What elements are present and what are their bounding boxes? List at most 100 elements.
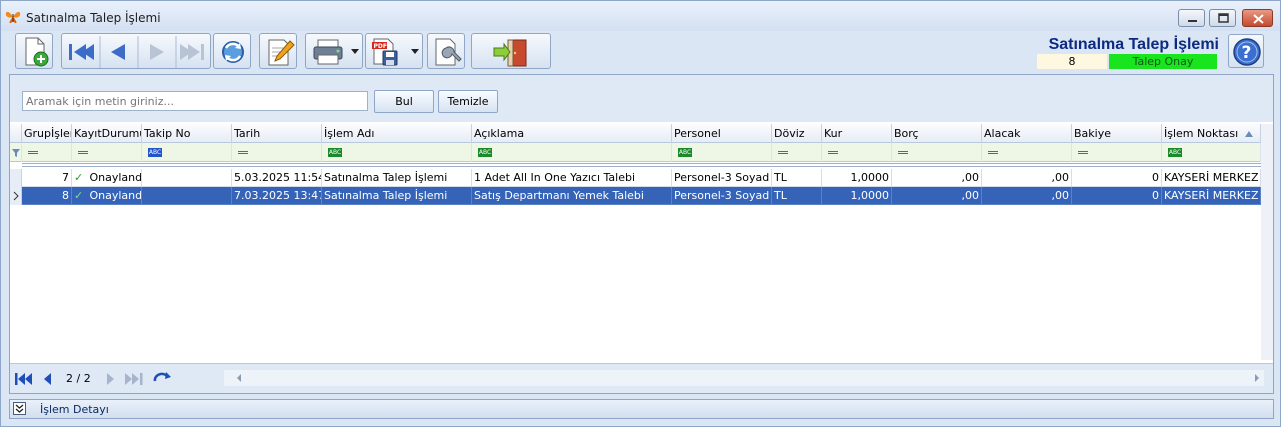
cell-islem-noktasi: KAYSERİ MERKEZ	[1162, 187, 1261, 205]
filter-cell-kayit-durumu[interactable]	[72, 143, 142, 162]
cell-personel: Personel-3 Soyad	[672, 169, 772, 187]
cell-grup-islem: 8	[22, 187, 72, 205]
settings-button[interactable]	[427, 33, 465, 69]
cell-kayit-durumu: ✓ Onaylandı	[72, 169, 142, 187]
nav-previous-icon[interactable]	[40, 368, 56, 390]
column-header-islem-noktasi[interactable]: İşlem Noktası	[1162, 124, 1261, 143]
cell-aciklama: Satış Departmanı Yemek Talebi	[472, 187, 672, 205]
column-header-tarih[interactable]: Tarih	[232, 124, 322, 143]
print-button[interactable]	[305, 33, 363, 69]
cell-islem-noktasi: KAYSERİ MERKEZ	[1162, 169, 1261, 187]
svg-text:PDF: PDF	[374, 43, 387, 50]
find-button[interactable]: Bul	[374, 90, 434, 113]
filter-cell-takip-no[interactable]: ABC	[142, 143, 232, 162]
equals-operator-icon	[988, 151, 998, 154]
column-header-grup-islem[interactable]: Grupİşlem	[22, 124, 72, 143]
table-row-selected[interactable]: 8 ✓ Onaylandı 7.03.2025 13:47: Satınalma…	[10, 187, 1261, 205]
exit-button[interactable]	[471, 33, 551, 69]
grid-navigator: 2 / 2	[10, 363, 1273, 393]
app-window: Satınalma Talep İşlemi PDF Satınalma Tal…	[0, 0, 1281, 427]
filter-cell-bakiye[interactable]	[1072, 143, 1162, 162]
cell-tarih: 7.03.2025 13:47:	[232, 187, 322, 205]
cell-kur: 1,0000	[822, 187, 892, 205]
filter-cell-aciklama[interactable]: ABC	[472, 143, 672, 162]
filter-cell-islem-adi[interactable]: ABC	[322, 143, 472, 162]
help-button[interactable]: ?	[1228, 34, 1264, 68]
new-document-icon	[25, 37, 49, 67]
record-id-badge: 8	[1037, 54, 1107, 69]
cell-doviz: TL	[772, 169, 822, 187]
current-row-arrow-icon	[13, 191, 19, 201]
equals-operator-icon	[238, 151, 248, 154]
nav-next-icon[interactable]	[102, 368, 118, 390]
column-header-bakiye[interactable]: Bakiye	[1072, 124, 1162, 143]
butterfly-app-icon	[5, 9, 21, 25]
main-panel: Bul Temizle Grupİşlem KayıtDurumu Takip …	[9, 74, 1274, 394]
filter-cell-alacak[interactable]	[982, 143, 1072, 162]
filter-cell-tarih[interactable]	[232, 143, 322, 162]
refresh-button[interactable]	[213, 33, 251, 69]
cell-takip-no	[142, 169, 232, 187]
record-navigation-group	[61, 33, 211, 69]
filter-cell-doviz[interactable]	[772, 143, 822, 162]
clear-button[interactable]: Temizle	[438, 90, 498, 113]
pdf-dropdown-icon	[411, 49, 419, 54]
expand-icon[interactable]	[13, 402, 26, 415]
svg-text:?: ?	[1242, 43, 1252, 63]
search-bar: Bul Temizle	[10, 75, 1273, 122]
detail-panel-label: İşlem Detayı	[40, 403, 109, 416]
equals-operator-icon	[78, 151, 88, 154]
pdf-save-button[interactable]: PDF	[365, 33, 423, 69]
cell-kayit-durumu: ✓ Onaylandı	[72, 187, 142, 205]
scroll-left-icon[interactable]	[234, 370, 244, 386]
scroll-right-icon[interactable]	[1252, 370, 1262, 386]
cell-kayit-durumu-text: Onaylandı	[89, 171, 142, 184]
column-header-islem-adi[interactable]: İşlem Adı	[322, 124, 472, 143]
column-header-aciklama[interactable]: Açıklama	[472, 124, 672, 143]
cell-islem-adi: Satınalma Talep İşlemi	[322, 187, 472, 205]
horizontal-scrollbar[interactable]	[224, 370, 1264, 386]
contains-operator-icon: ABC	[1168, 148, 1182, 157]
maximize-button[interactable]	[1209, 9, 1236, 27]
detail-panel-header[interactable]: İşlem Detayı	[9, 399, 1274, 419]
edit-button[interactable]	[259, 33, 297, 69]
nav-first-icon[interactable]	[12, 368, 36, 390]
pdf-save-icon: PDF	[372, 38, 398, 66]
filter-cell-borc[interactable]	[892, 143, 982, 162]
table-row[interactable]: 7 ✓ Onaylandı 5.03.2025 11:54: Satınalma…	[10, 169, 1261, 187]
vertical-scrollbar[interactable]	[1261, 124, 1273, 360]
sort-ascending-icon	[1245, 131, 1253, 137]
equals-operator-icon	[28, 151, 38, 154]
column-header-alacak[interactable]: Alacak	[982, 124, 1072, 143]
equals-operator-icon	[828, 151, 838, 154]
column-header-takip-no[interactable]: Takip No	[142, 124, 232, 143]
cell-borc: ,00	[892, 187, 982, 205]
navigator-controls: 2 / 2	[10, 368, 222, 390]
column-header-personel[interactable]: Personel	[672, 124, 772, 143]
cell-alacak: ,00	[982, 187, 1072, 205]
cell-bakiye: 0	[1072, 169, 1162, 187]
search-input[interactable]	[22, 91, 368, 111]
new-record-button[interactable]	[15, 33, 53, 69]
filter-cell-personel[interactable]: ABC	[672, 143, 772, 162]
close-button[interactable]	[1242, 9, 1273, 27]
nav-position: 2 / 2	[66, 372, 91, 385]
minimize-button[interactable]	[1178, 9, 1205, 27]
contains-operator-icon: ABC	[148, 148, 162, 157]
filter-cell-islem-noktasi[interactable]: ABC	[1162, 143, 1261, 162]
filter-cell-grup-islem[interactable]	[22, 143, 72, 162]
title-bar: Satınalma Talep İşlemi	[1, 1, 1280, 31]
row-indicator	[10, 187, 22, 205]
cell-alacak: ,00	[982, 169, 1072, 187]
status-badge: Talep Onay	[1109, 54, 1217, 69]
cell-kayit-durumu-text: Onaylandı	[89, 189, 142, 202]
column-header-kayit-durumu[interactable]: KayıtDurumu	[72, 124, 142, 143]
column-header-kur[interactable]: Kur	[822, 124, 892, 143]
column-header-doviz[interactable]: Döviz	[772, 124, 822, 143]
nav-refresh-icon[interactable]	[150, 368, 174, 390]
help-icon: ?	[1233, 38, 1261, 66]
grid-separator	[22, 163, 1261, 167]
filter-cell-kur[interactable]	[822, 143, 892, 162]
nav-last-icon[interactable]	[122, 368, 146, 390]
column-header-borc[interactable]: Borç	[892, 124, 982, 143]
